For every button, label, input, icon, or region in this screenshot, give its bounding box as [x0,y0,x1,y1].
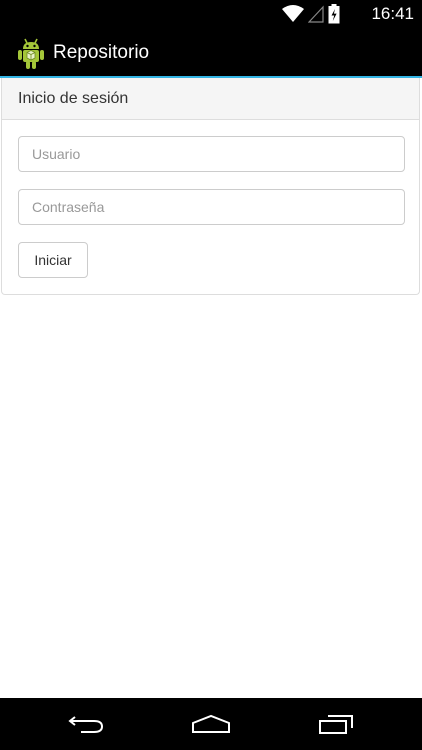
status-bar: 16:41 [0,0,422,28]
recents-icon [319,715,353,734]
back-icon [68,716,104,733]
panel-heading: Inicio de sesión [2,78,419,120]
app-title: Repositorio [53,42,150,63]
login-button[interactable]: Iniciar [18,242,88,278]
home-button[interactable] [187,708,235,740]
android-app-icon [18,38,44,69]
username-input[interactable] [18,136,405,172]
back-button[interactable] [62,708,110,740]
clock: 16:41 [371,4,414,23]
panel-title: Inicio de sesión [18,90,129,107]
login-panel: Inicio de sesión Iniciar [1,78,420,295]
status-icons [282,4,340,24]
navigation-bar [0,698,422,750]
signal-icon [308,5,324,23]
home-icon [192,714,230,733]
password-input[interactable] [18,189,405,225]
battery-icon [328,4,340,24]
wifi-icon [282,5,304,22]
recents-button[interactable] [312,708,360,740]
action-bar: Repositorio [0,28,422,76]
